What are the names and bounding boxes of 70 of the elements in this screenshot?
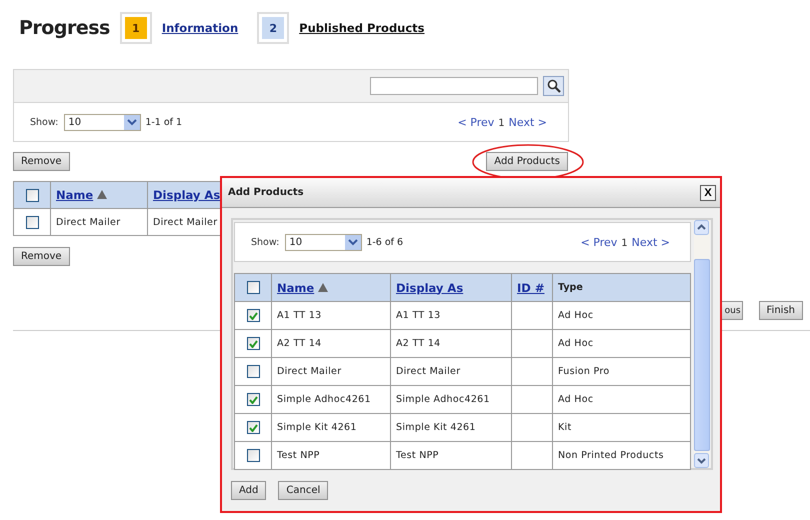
table-cell: A2 TT 14 [396,338,441,349]
table-cell: Simple Kit 4261 [396,422,476,433]
table-cell: Kit [558,422,572,433]
remove-button[interactable]: Remove [13,247,70,266]
scroll-up-icon [694,220,709,235]
close-button[interactable]: X [700,184,716,200]
table-cell: Test NPP [396,450,439,461]
column-header: Type [558,282,583,293]
checkbox[interactable] [26,216,38,228]
step-number: 2 [257,12,290,44]
prev-link[interactable]: < Prev [580,236,618,248]
search-button[interactable] [543,76,564,96]
add-button[interactable]: Add [231,481,266,500]
table-cell: Direct Mailer [396,366,460,377]
checkbox[interactable] [246,309,260,322]
finish-button[interactable]: Finish [758,301,803,320]
table-cell: A1 TT 13 [396,310,441,321]
scrollbar[interactable] [694,220,710,468]
check-icon [248,340,258,348]
search-field[interactable] [370,77,538,95]
remove-button[interactable]: Remove [13,152,70,171]
table-cell: A2 TT 14 [277,338,322,349]
table-cell: Direct Mailer [153,216,218,228]
scrollbar-thumb[interactable] [694,259,710,451]
table-cell: Direct Mailer [56,216,120,228]
table-cell: Ad Hoc [558,338,594,349]
page-number: 1 [498,118,505,128]
check-icon [248,424,258,432]
next-link[interactable]: Next > [632,236,670,248]
check-icon [248,396,258,404]
page-title: Progress [19,17,110,39]
checkbox[interactable] [246,281,260,294]
table-cell: Simple Adhoc4261 [277,394,371,405]
checkbox[interactable] [246,393,260,406]
checkbox[interactable] [246,365,260,378]
check-icon [248,312,258,320]
page-number: 1 [621,238,628,248]
table-cell: Simple Kit 4261 [277,422,357,433]
page-size-select[interactable]: 10 [64,114,142,130]
show-label: Show: [30,116,58,128]
range-label: 1-6 of 6 [366,236,404,248]
dropdown-icon [345,234,362,250]
next-link[interactable]: Next > [508,116,547,128]
column-header-link[interactable]: Name [277,280,314,294]
table-cell: Ad Hoc [558,310,594,321]
table-cell: Ad Hoc [558,394,594,405]
table-cell: Non Printed Products [558,450,664,461]
table-cell: Fusion Pro [558,366,610,377]
show-label: Show: [251,236,280,248]
column-header-link[interactable]: Display As [153,188,220,202]
checkbox[interactable] [246,449,260,462]
search-icon [546,79,560,93]
prev-link[interactable]: < Prev [458,116,494,128]
step-link[interactable]: Information [162,21,238,35]
table-cell: Test NPP [277,450,320,461]
checkbox[interactable] [246,337,260,350]
table-cell: A1 TT 13 [277,310,322,321]
step-number: 1 [120,12,152,44]
table-cell: Simple Adhoc4261 [396,394,490,405]
step-link[interactable]: Published Products [299,21,425,35]
range-label: 1-1 of 1 [145,116,182,128]
add-products-button[interactable]: Add Products [486,152,568,171]
table-cell: Direct Mailer [277,366,342,377]
dropdown-icon [124,114,140,130]
checkbox[interactable] [26,188,38,202]
page-size-select[interactable]: 10 [285,234,362,250]
cancel-button[interactable]: Cancel [278,481,328,500]
checkbox[interactable] [246,421,260,434]
scroll-down-icon [694,453,709,468]
dialog-title: Add Products [228,187,304,198]
